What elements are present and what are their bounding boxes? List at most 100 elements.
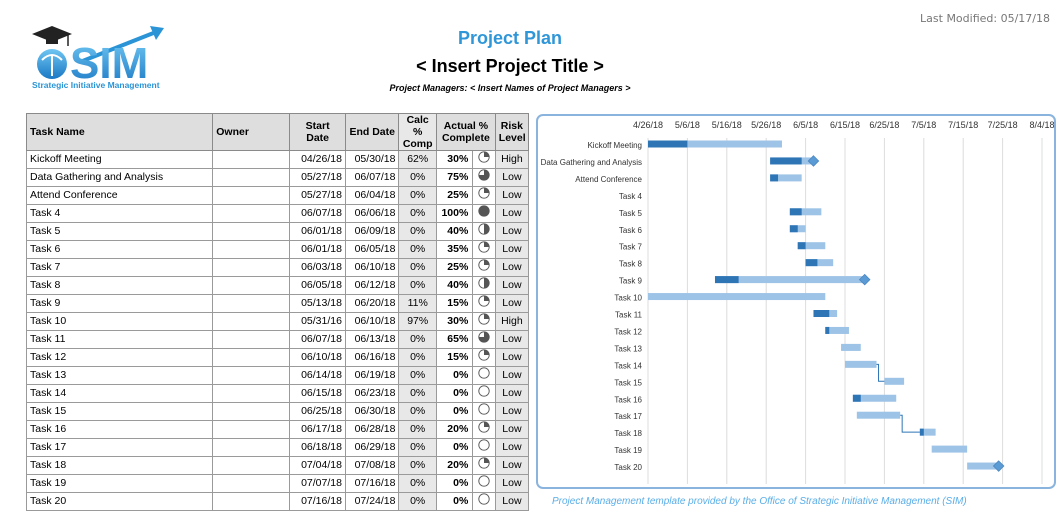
end-date-cell[interactable]: 06/19/18 — [344, 366, 400, 386]
start-date-cell[interactable]: 05/31/16 — [289, 312, 346, 332]
owner-cell[interactable] — [212, 402, 291, 422]
progress-pie-cell[interactable] — [472, 384, 496, 404]
risk-level-cell[interactable]: Low — [494, 204, 530, 224]
progress-pie-cell[interactable] — [472, 492, 496, 512]
progress-pie-cell[interactable] — [472, 204, 496, 224]
progress-pie-cell[interactable] — [472, 258, 496, 278]
start-date-cell[interactable]: 07/16/18 — [289, 492, 346, 512]
calc-comp-cell[interactable]: 0% — [398, 204, 437, 224]
actual-complete-cell[interactable]: 20% — [435, 420, 474, 440]
owner-cell[interactable] — [212, 186, 291, 206]
start-date-cell[interactable]: 06/15/18 — [289, 384, 346, 404]
end-date-cell[interactable]: 06/10/18 — [344, 258, 400, 278]
risk-level-cell[interactable]: Low — [494, 420, 530, 440]
start-date-cell[interactable]: 06/03/18 — [289, 258, 346, 278]
calc-comp-cell[interactable]: 97% — [398, 312, 437, 332]
calc-comp-cell[interactable]: 0% — [398, 186, 437, 206]
risk-level-cell[interactable]: High — [494, 312, 530, 332]
end-date-cell[interactable]: 07/24/18 — [344, 492, 400, 512]
start-date-cell[interactable]: 05/27/18 — [289, 186, 346, 206]
owner-cell[interactable] — [212, 438, 291, 458]
progress-pie-cell[interactable] — [472, 438, 496, 458]
progress-pie-cell[interactable] — [472, 276, 496, 296]
start-date-cell[interactable]: 06/07/18 — [289, 330, 346, 350]
end-date-cell[interactable]: 07/16/18 — [344, 474, 400, 494]
start-date-cell[interactable]: 05/27/18 — [289, 168, 346, 188]
calc-comp-cell[interactable]: 0% — [398, 384, 437, 404]
calc-comp-cell[interactable]: 0% — [398, 222, 437, 242]
owner-cell[interactable] — [212, 258, 291, 278]
start-date-cell[interactable]: 04/26/18 — [289, 150, 346, 170]
calc-comp-cell[interactable]: 0% — [398, 258, 437, 278]
owner-cell[interactable] — [212, 456, 291, 476]
actual-complete-cell[interactable]: 0% — [435, 474, 474, 494]
end-date-cell[interactable]: 06/30/18 — [344, 402, 400, 422]
calc-comp-cell[interactable]: 0% — [398, 456, 437, 476]
owner-cell[interactable] — [212, 204, 291, 224]
progress-pie-cell[interactable] — [472, 150, 496, 170]
task-name-cell[interactable]: Task 17 — [25, 438, 214, 458]
task-name-cell[interactable]: Task 5 — [25, 222, 214, 242]
task-name-cell[interactable]: Task 16 — [25, 420, 214, 440]
progress-pie-cell[interactable] — [472, 186, 496, 206]
calc-comp-cell[interactable]: 62% — [398, 150, 437, 170]
actual-complete-cell[interactable]: 25% — [435, 186, 474, 206]
end-date-cell[interactable]: 06/09/18 — [344, 222, 400, 242]
end-date-cell[interactable]: 06/04/18 — [344, 186, 400, 206]
owner-cell[interactable] — [212, 348, 291, 368]
risk-level-cell[interactable]: Low — [494, 456, 530, 476]
progress-pie-cell[interactable] — [472, 222, 496, 242]
risk-level-cell[interactable]: Low — [494, 402, 530, 422]
calc-comp-cell[interactable]: 11% — [398, 294, 437, 314]
risk-level-cell[interactable]: Low — [494, 168, 530, 188]
risk-level-cell[interactable]: Low — [494, 258, 530, 278]
actual-complete-cell[interactable]: 25% — [435, 258, 474, 278]
task-name-cell[interactable]: Task 7 — [25, 258, 214, 278]
progress-pie-cell[interactable] — [472, 168, 496, 188]
end-date-cell[interactable]: 07/08/18 — [344, 456, 400, 476]
task-name-cell[interactable]: Task 15 — [25, 402, 214, 422]
calc-comp-cell[interactable]: 0% — [398, 276, 437, 296]
owner-cell[interactable] — [212, 366, 291, 386]
task-name-cell[interactable]: Task 14 — [25, 384, 214, 404]
actual-complete-cell[interactable]: 40% — [435, 276, 474, 296]
start-date-cell[interactable]: 06/01/18 — [289, 240, 346, 260]
risk-level-cell[interactable]: Low — [494, 294, 530, 314]
progress-pie-cell[interactable] — [472, 366, 496, 386]
end-date-cell[interactable]: 06/10/18 — [344, 312, 400, 332]
owner-cell[interactable] — [212, 492, 291, 512]
actual-complete-cell[interactable]: 15% — [435, 294, 474, 314]
owner-cell[interactable] — [212, 222, 291, 242]
end-date-cell[interactable]: 06/07/18 — [344, 168, 400, 188]
progress-pie-cell[interactable] — [472, 420, 496, 440]
end-date-cell[interactable]: 06/05/18 — [344, 240, 400, 260]
actual-complete-cell[interactable]: 75% — [435, 168, 474, 188]
start-date-cell[interactable]: 06/01/18 — [289, 222, 346, 242]
task-name-cell[interactable]: Task 11 — [25, 330, 214, 350]
end-date-cell[interactable]: 06/28/18 — [344, 420, 400, 440]
task-name-cell[interactable]: Data Gathering and Analysis — [25, 168, 214, 188]
end-date-cell[interactable]: 06/06/18 — [344, 204, 400, 224]
calc-comp-cell[interactable]: 0% — [398, 474, 437, 494]
start-date-cell[interactable]: 06/05/18 — [289, 276, 346, 296]
risk-level-cell[interactable]: Low — [494, 240, 530, 260]
calc-comp-cell[interactable]: 0% — [398, 438, 437, 458]
risk-level-cell[interactable]: Low — [494, 384, 530, 404]
risk-level-cell[interactable]: Low — [494, 222, 530, 242]
end-date-cell[interactable]: 06/29/18 — [344, 438, 400, 458]
task-name-cell[interactable]: Attend Conference — [25, 186, 214, 206]
calc-comp-cell[interactable]: 0% — [398, 330, 437, 350]
progress-pie-cell[interactable] — [472, 240, 496, 260]
progress-pie-cell[interactable] — [472, 294, 496, 314]
risk-level-cell[interactable]: Low — [494, 348, 530, 368]
actual-complete-cell[interactable]: 0% — [435, 384, 474, 404]
end-date-cell[interactable]: 06/20/18 — [344, 294, 400, 314]
progress-pie-cell[interactable] — [472, 312, 496, 332]
task-name-cell[interactable]: Task 12 — [25, 348, 214, 368]
owner-cell[interactable] — [212, 384, 291, 404]
actual-complete-cell[interactable]: 0% — [435, 438, 474, 458]
calc-comp-cell[interactable]: 0% — [398, 348, 437, 368]
task-name-cell[interactable]: Task 13 — [25, 366, 214, 386]
calc-comp-cell[interactable]: 0% — [398, 492, 437, 512]
risk-level-cell[interactable]: Low — [494, 438, 530, 458]
